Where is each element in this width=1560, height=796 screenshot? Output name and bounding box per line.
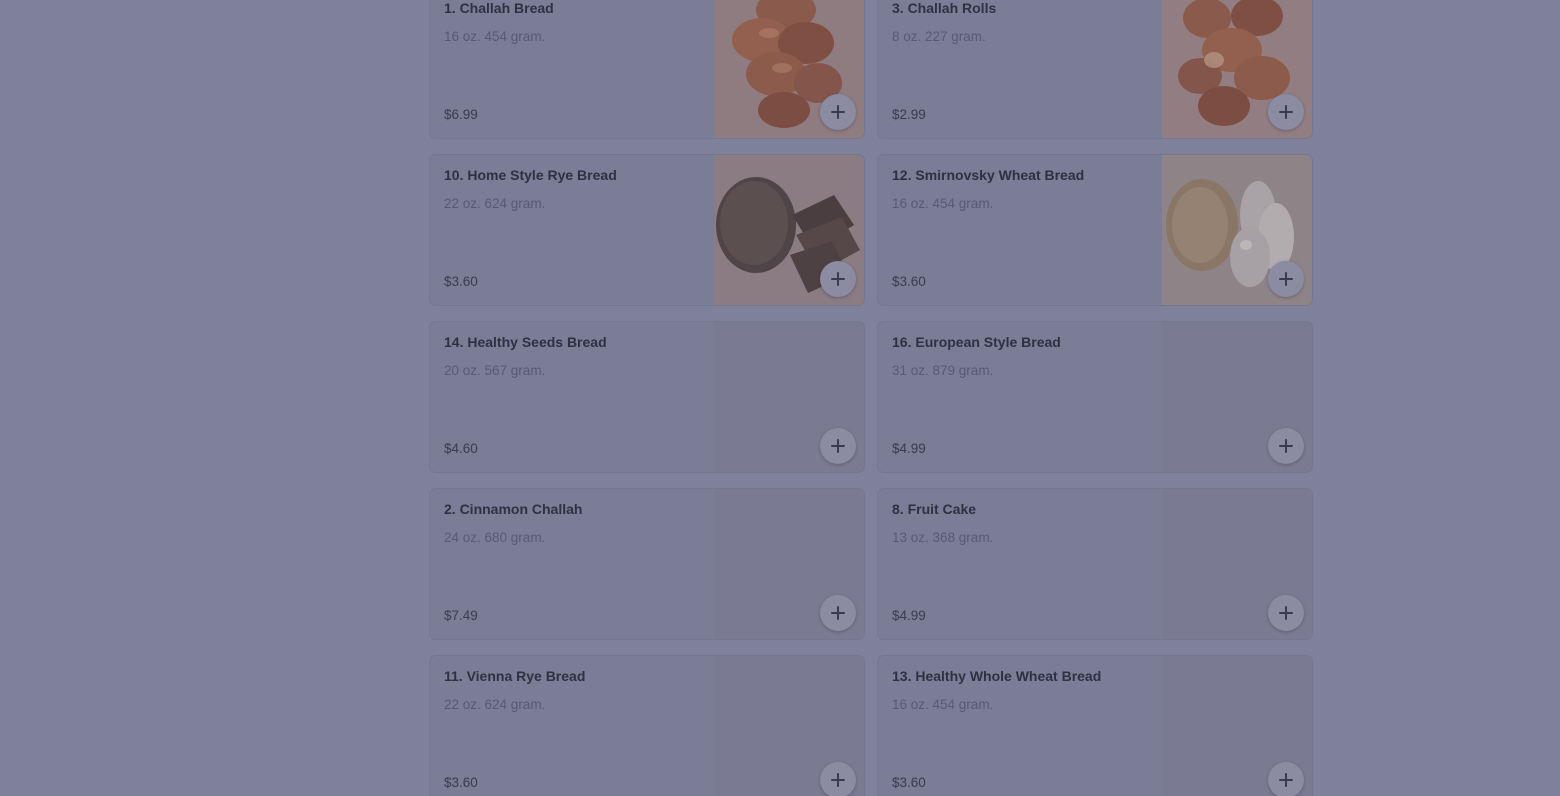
menu-item-title: 10. Home Style Rye Bread	[444, 167, 617, 183]
menu-item-title: 12. Smirnovsky Wheat Bread	[892, 167, 1085, 183]
menu-item-price: $2.99	[892, 107, 926, 122]
plus-icon	[830, 271, 846, 287]
menu-item-info: 11. Vienna Rye Bread 22 oz. 624 gram. $3…	[444, 656, 704, 796]
menu-item-title: 8. Fruit Cake	[892, 501, 977, 517]
menu-item-card[interactable]: 12. Smirnovsky Wheat Bread 16 oz. 454 gr…	[878, 155, 1312, 305]
plus-icon	[1278, 104, 1294, 120]
menu-item-card[interactable]: 14. Healthy Seeds Bread 20 oz. 567 gram.…	[430, 322, 864, 472]
menu-item-size: 13 oz. 368 gram.	[892, 530, 994, 545]
menu-item-price: $3.60	[444, 274, 478, 289]
menu-item-size: 24 oz. 680 gram.	[444, 530, 546, 545]
menu-item-info: 13. Healthy Whole Wheat Bread 16 oz. 454…	[892, 656, 1152, 796]
add-item-button[interactable]	[1268, 428, 1304, 464]
plus-icon	[1278, 438, 1294, 454]
menu-item-info: 10. Home Style Rye Bread 22 oz. 624 gram…	[444, 155, 704, 305]
menu-item-info: 8. Fruit Cake 13 oz. 368 gram. $4.99	[892, 489, 1152, 639]
menu-item-size: 16 oz. 454 gram.	[444, 29, 546, 44]
add-item-button[interactable]	[820, 94, 856, 130]
menu-item-size: 16 oz. 454 gram.	[892, 196, 994, 211]
menu-item-info: 14. Healthy Seeds Bread 20 oz. 567 gram.…	[444, 322, 704, 472]
menu-item-title: 3. Challah Rolls	[892, 0, 997, 16]
plus-icon	[830, 772, 846, 788]
menu-item-price: $7.49	[444, 608, 478, 623]
menu-item-info: 3. Challah Rolls 8 oz. 227 gram. $2.99	[892, 0, 1152, 138]
menu-item-price: $4.99	[892, 441, 926, 456]
add-item-button[interactable]	[1268, 261, 1304, 297]
menu-item-size: 31 oz. 879 gram.	[892, 363, 994, 378]
plus-icon	[830, 605, 846, 621]
menu-item-size: 20 oz. 567 gram.	[444, 363, 546, 378]
menu-item-card[interactable]: 8. Fruit Cake 13 oz. 368 gram. $4.99	[878, 489, 1312, 639]
menu-item-title: 1. Challah Bread	[444, 0, 554, 16]
add-item-button[interactable]	[820, 261, 856, 297]
add-item-button[interactable]	[1268, 762, 1304, 796]
add-item-button[interactable]	[1268, 595, 1304, 631]
menu-item-info: 16. European Style Bread 31 oz. 879 gram…	[892, 322, 1152, 472]
menu-item-price: $6.99	[444, 107, 478, 122]
add-item-button[interactable]	[820, 428, 856, 464]
menu-item-size: 8 oz. 227 gram.	[892, 29, 986, 44]
plus-icon	[830, 104, 846, 120]
menu-item-title: 11. Vienna Rye Bread	[444, 668, 586, 684]
menu-item-title: 16. European Style Bread	[892, 334, 1061, 350]
menu-item-info: 1. Challah Bread 16 oz. 454 gram. $6.99	[444, 0, 704, 138]
plus-icon	[1278, 271, 1294, 287]
menu-item-title: 14. Healthy Seeds Bread	[444, 334, 607, 350]
menu-item-card[interactable]: 1. Challah Bread 16 oz. 454 gram. $6.99	[430, 0, 864, 138]
menu-item-price: $3.60	[444, 775, 478, 790]
menu-item-card[interactable]: 3. Challah Rolls 8 oz. 227 gram. $2.99	[878, 0, 1312, 138]
menu-item-card[interactable]: 2. Cinnamon Challah 24 oz. 680 gram. $7.…	[430, 489, 864, 639]
menu-item-card[interactable]: 10. Home Style Rye Bread 22 oz. 624 gram…	[430, 155, 864, 305]
menu-item-size: 22 oz. 624 gram.	[444, 697, 546, 712]
add-item-button[interactable]	[820, 762, 856, 796]
menu-page: 1. Challah Bread 16 oz. 454 gram. $6.99 …	[0, 0, 1560, 796]
menu-item-price: $3.60	[892, 274, 926, 289]
menu-items-grid: 1. Challah Bread 16 oz. 454 gram. $6.99 …	[430, 0, 1312, 796]
menu-item-size: 22 oz. 624 gram.	[444, 196, 546, 211]
menu-item-info: 2. Cinnamon Challah 24 oz. 680 gram. $7.…	[444, 489, 704, 639]
menu-item-card[interactable]: 13. Healthy Whole Wheat Bread 16 oz. 454…	[878, 656, 1312, 796]
add-item-button[interactable]	[1268, 94, 1304, 130]
plus-icon	[1278, 772, 1294, 788]
menu-item-card[interactable]: 11. Vienna Rye Bread 22 oz. 624 gram. $3…	[430, 656, 864, 796]
menu-item-price: $3.60	[892, 775, 926, 790]
menu-item-info: 12. Smirnovsky Wheat Bread 16 oz. 454 gr…	[892, 155, 1152, 305]
menu-item-price: $4.60	[444, 441, 478, 456]
menu-item-size: 16 oz. 454 gram.	[892, 697, 994, 712]
plus-icon	[830, 438, 846, 454]
add-item-button[interactable]	[820, 595, 856, 631]
plus-icon	[1278, 605, 1294, 621]
menu-item-title: 2. Cinnamon Challah	[444, 501, 583, 517]
menu-item-title: 13. Healthy Whole Wheat Bread	[892, 668, 1102, 684]
menu-item-card[interactable]: 16. European Style Bread 31 oz. 879 gram…	[878, 322, 1312, 472]
menu-item-price: $4.99	[892, 608, 926, 623]
